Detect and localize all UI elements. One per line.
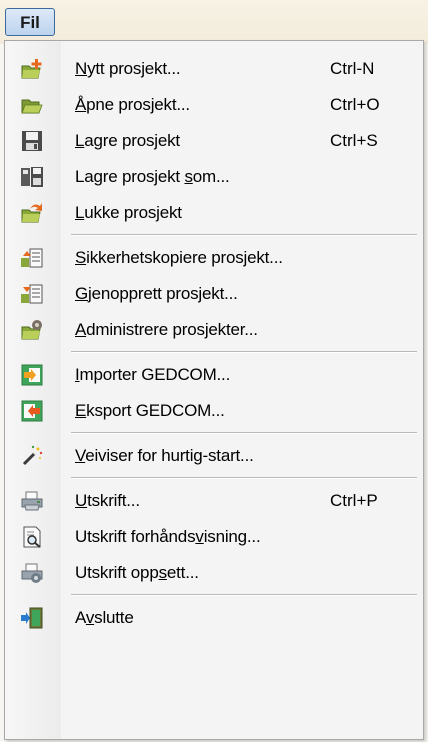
- label-rest: ksport GEDCOM...: [86, 401, 225, 420]
- menu-item-quick-start-wizard[interactable]: Veiviser for hurtig-start...: [5, 438, 423, 474]
- wizard-icon: [20, 444, 44, 468]
- open-project-icon: [20, 93, 44, 117]
- label-rest: mporter GEDCOM...: [79, 365, 231, 384]
- export-icon: [20, 399, 44, 423]
- new-project-icon: [20, 57, 44, 81]
- menu-item-save-project[interactable]: Lagre prosjekt Ctrl+S: [5, 123, 423, 159]
- menu-item-print-setup[interactable]: Utskrift oppsett...: [5, 555, 423, 591]
- menu-item-label: Nytt prosjekt...: [75, 59, 181, 78]
- menu-separator: [71, 351, 417, 353]
- menu-separator: [71, 432, 417, 434]
- menu-item-backup-project[interactable]: Sikkerhetskopiere prosjekt...: [5, 240, 423, 276]
- label-rest: tskrift...: [87, 491, 140, 510]
- menu-separator: [71, 234, 417, 236]
- menu-item-open-project[interactable]: Åpne prosjekt... Ctrl+O: [5, 87, 423, 123]
- menu-item-exit[interactable]: Avslutte: [5, 600, 423, 636]
- menu-item-label: Veiviser for hurtig-start...: [75, 446, 254, 465]
- label-rest: om...: [192, 167, 230, 186]
- menu-item-label: Eksport GEDCOM...: [75, 401, 225, 420]
- menu-item-export-gedcom[interactable]: Eksport GEDCOM...: [5, 393, 423, 429]
- menu-item-label: Utskrift forhåndsvisning...: [75, 527, 261, 546]
- menu-item-restore-project[interactable]: Gjenopprett prosjekt...: [5, 276, 423, 312]
- file-menu-dropdown: Nytt prosjekt... Ctrl-N Åpne prosjekt...…: [4, 40, 424, 740]
- label-rest: slutte: [94, 608, 134, 627]
- menu-item-manage-projects[interactable]: Administrere prosjekter...: [5, 312, 423, 348]
- label-rest: eiviser for hurtig-start...: [85, 446, 254, 465]
- menu-item-label: Utskrift oppsett...: [75, 563, 199, 582]
- label-rest: agre prosjekt: [84, 131, 180, 150]
- menu-separator: [71, 594, 417, 596]
- menu-item-label: Lukke prosjekt: [75, 203, 182, 222]
- label-rest: pne prosjekt...: [86, 95, 190, 114]
- save-as-icon: [20, 165, 44, 189]
- menu-item-print-preview[interactable]: Utskrift forhåndsvisning...: [5, 519, 423, 555]
- menu-item-label: Sikkerhetskopiere prosjekt...: [75, 248, 283, 267]
- shortcut-text: Ctrl+S: [330, 131, 378, 150]
- label-rest: jenopprett prosjekt...: [88, 284, 238, 303]
- label-rest: isning...: [203, 527, 261, 546]
- shortcut-text: Ctrl+O: [330, 95, 380, 114]
- menu-item-label: Administrere prosjekter...: [75, 320, 258, 339]
- menu-item-print[interactable]: Utskrift... Ctrl+P: [5, 483, 423, 519]
- menu-item-label: Lagre prosjekt: [75, 131, 180, 150]
- close-project-icon: [20, 201, 44, 225]
- exit-icon: [20, 606, 44, 630]
- menu-separator: [71, 477, 417, 479]
- save-icon: [20, 129, 44, 153]
- menu-item-label: Utskrift...: [75, 491, 140, 510]
- print-setup-icon: [20, 561, 44, 585]
- restore-icon: [20, 282, 44, 306]
- menu-item-label: Åpne prosjekt...: [75, 95, 190, 114]
- menu-item-label: Gjenopprett prosjekt...: [75, 284, 238, 303]
- menu-item-label: Importer GEDCOM...: [75, 365, 231, 384]
- menu-item-label: Avslutte: [75, 608, 134, 627]
- label-rest: dministrere prosjekter...: [86, 320, 258, 339]
- menu-item-import-gedcom[interactable]: Importer GEDCOM...: [5, 357, 423, 393]
- menu-item-new-project[interactable]: Nytt prosjekt... Ctrl-N: [5, 51, 423, 87]
- printer-icon: [20, 489, 44, 513]
- file-menu-button[interactable]: Fil: [5, 8, 55, 36]
- menu-bar: Fil: [0, 0, 428, 44]
- menu-item-save-project-as[interactable]: Lagre prosjekt som...: [5, 159, 423, 195]
- backup-icon: [20, 246, 44, 270]
- label-rest: ukke prosjekt: [84, 203, 182, 222]
- shortcut-text: Ctrl+P: [330, 491, 378, 510]
- import-icon: [20, 363, 44, 387]
- label-rest: ytt prosjekt...: [87, 59, 181, 78]
- shortcut-text: Ctrl-N: [330, 59, 375, 78]
- print-preview-icon: [20, 525, 44, 549]
- menu-item-close-project[interactable]: Lukke prosjekt: [5, 195, 423, 231]
- menu-item-label: Lagre prosjekt som...: [75, 167, 230, 186]
- manage-projects-icon: [20, 318, 44, 342]
- label-rest: ikkerhetskopiere prosjekt...: [86, 248, 283, 267]
- label-rest: ett...: [166, 563, 199, 582]
